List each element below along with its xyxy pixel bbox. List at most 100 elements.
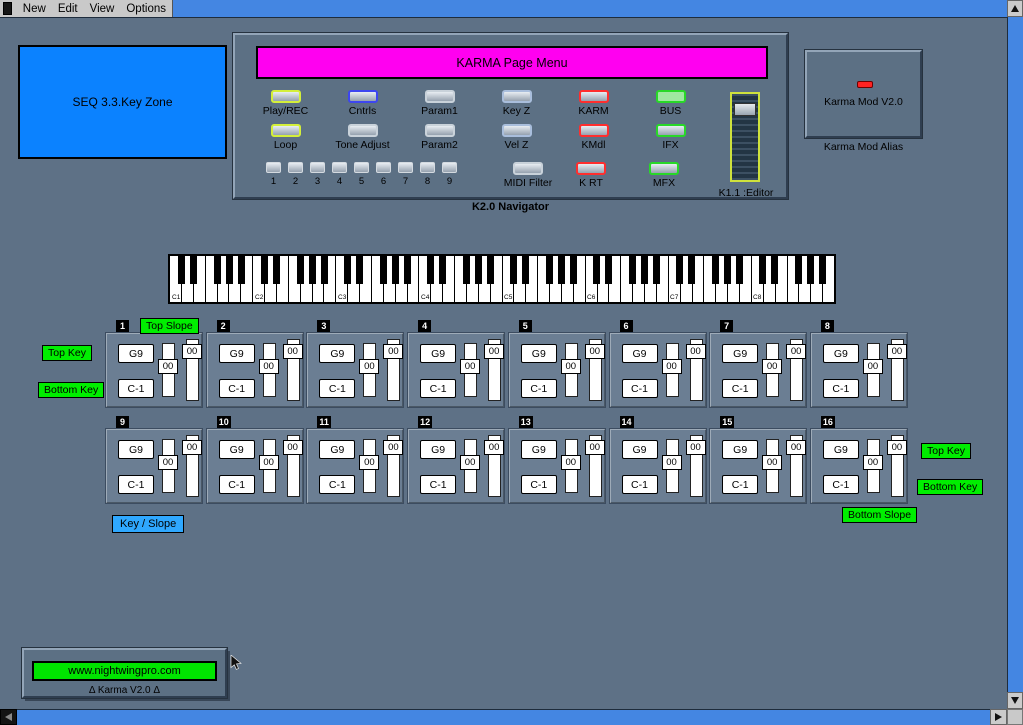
karma-number-button[interactable] — [376, 162, 391, 173]
black-key[interactable] — [522, 256, 529, 284]
black-key[interactable] — [226, 256, 233, 284]
black-key[interactable] — [238, 256, 245, 284]
zone-value-b[interactable]: 00 — [182, 344, 202, 359]
horizontal-scroll-track[interactable] — [17, 709, 990, 725]
black-key[interactable] — [427, 256, 434, 284]
zone-top-key-value[interactable]: G9 — [420, 344, 456, 363]
black-key[interactable] — [439, 256, 446, 284]
piano-keyboard[interactable]: C1C2C3C4C5C6C7C8 — [168, 254, 836, 304]
zone-value-b[interactable]: 00 — [585, 344, 605, 359]
black-key[interactable] — [605, 256, 612, 284]
karma-number-button[interactable] — [442, 162, 457, 173]
black-key[interactable] — [261, 256, 268, 284]
black-key[interactable] — [178, 256, 185, 284]
black-key[interactable] — [214, 256, 221, 284]
zone-value-a[interactable]: 00 — [460, 359, 480, 374]
midi-filter-button[interactable] — [513, 162, 543, 175]
vertical-scroll-track[interactable] — [1007, 17, 1023, 692]
black-key[interactable] — [321, 256, 328, 284]
tone-adjust-button[interactable] — [348, 124, 378, 137]
zone-bottom-key-value[interactable]: C-1 — [722, 379, 758, 398]
zone-value-b[interactable]: 00 — [887, 344, 907, 359]
zone-value-b[interactable]: 00 — [484, 440, 504, 455]
zone-value-b[interactable]: 00 — [786, 344, 806, 359]
karma-number-button[interactable] — [420, 162, 435, 173]
black-key[interactable] — [724, 256, 731, 284]
black-key[interactable] — [487, 256, 494, 284]
zone-top-key-value[interactable]: G9 — [823, 440, 859, 459]
black-key[interactable] — [712, 256, 719, 284]
zone-value-a[interactable]: 00 — [359, 359, 379, 374]
zone-top-key-value[interactable]: G9 — [319, 344, 355, 363]
black-key[interactable] — [759, 256, 766, 284]
zone-bottom-key-value[interactable]: C-1 — [420, 475, 456, 494]
editor-fader[interactable] — [730, 92, 760, 182]
zone-bottom-key-value[interactable]: C-1 — [521, 379, 557, 398]
zone-top-key-value[interactable]: G9 — [622, 344, 658, 363]
black-key[interactable] — [356, 256, 363, 284]
zone-bottom-key-value[interactable]: C-1 — [722, 475, 758, 494]
black-key[interactable] — [807, 256, 814, 284]
k-rt-button[interactable] — [576, 162, 606, 175]
karma-number-button[interactable] — [266, 162, 281, 173]
karm-button[interactable] — [579, 90, 609, 103]
zone-value-b[interactable]: 00 — [383, 344, 403, 359]
zone-value-b[interactable]: 00 — [383, 440, 403, 455]
mfx-button[interactable] — [649, 162, 679, 175]
karma-number-button[interactable] — [332, 162, 347, 173]
loop-button[interactable] — [271, 124, 301, 137]
black-key[interactable] — [273, 256, 280, 284]
zone-top-key-value[interactable]: G9 — [521, 344, 557, 363]
zone-value-b[interactable]: 00 — [686, 344, 706, 359]
param2-button[interactable] — [425, 124, 455, 137]
kmdl-button[interactable] — [579, 124, 609, 137]
zone-top-key-value[interactable]: G9 — [521, 440, 557, 459]
zone-value-b[interactable]: 00 — [585, 440, 605, 455]
scroll-down-button[interactable] — [1007, 692, 1023, 709]
zone-value-b[interactable]: 00 — [686, 440, 706, 455]
zone-bottom-key-value[interactable]: C-1 — [118, 475, 154, 494]
zone-top-key-value[interactable]: G9 — [118, 440, 154, 459]
zone-bottom-key-value[interactable]: C-1 — [118, 379, 154, 398]
black-key[interactable] — [795, 256, 802, 284]
zone-value-a[interactable]: 00 — [460, 455, 480, 470]
black-key[interactable] — [570, 256, 577, 284]
zone-bottom-key-value[interactable]: C-1 — [319, 379, 355, 398]
black-key[interactable] — [392, 256, 399, 284]
play-rec-button[interactable] — [271, 90, 301, 103]
menu-item-options[interactable]: Options — [120, 3, 172, 15]
menu-item-view[interactable]: View — [84, 3, 121, 15]
zone-top-key-value[interactable]: G9 — [118, 344, 154, 363]
karma-number-button[interactable] — [398, 162, 413, 173]
black-key[interactable] — [190, 256, 197, 284]
zone-top-key-value[interactable]: G9 — [219, 344, 255, 363]
black-key[interactable] — [558, 256, 565, 284]
vertical-scrollbar[interactable] — [1007, 0, 1023, 725]
zone-bottom-key-value[interactable]: C-1 — [219, 475, 255, 494]
zone-value-b[interactable]: 00 — [283, 440, 303, 455]
black-key[interactable] — [653, 256, 660, 284]
black-key[interactable] — [736, 256, 743, 284]
zone-value-b[interactable]: 00 — [182, 440, 202, 455]
black-key[interactable] — [546, 256, 553, 284]
karma-number-button[interactable] — [288, 162, 303, 173]
param1-button[interactable] — [425, 90, 455, 103]
scroll-left-button[interactable] — [0, 709, 17, 725]
black-key[interactable] — [593, 256, 600, 284]
zone-value-b[interactable]: 00 — [786, 440, 806, 455]
zone-value-a[interactable]: 00 — [561, 359, 581, 374]
scroll-right-button[interactable] — [990, 709, 1007, 725]
black-key[interactable] — [380, 256, 387, 284]
zone-top-key-value[interactable]: G9 — [622, 440, 658, 459]
black-key[interactable] — [819, 256, 826, 284]
zone-value-b[interactable]: 00 — [283, 344, 303, 359]
cntrls-button[interactable] — [348, 90, 378, 103]
zone-top-key-value[interactable]: G9 — [823, 344, 859, 363]
zone-top-key-value[interactable]: G9 — [722, 440, 758, 459]
zone-bottom-key-value[interactable]: C-1 — [219, 379, 255, 398]
zone-value-a[interactable]: 00 — [359, 455, 379, 470]
black-key[interactable] — [688, 256, 695, 284]
karma-mod-alias-panel[interactable]: Karma Mod V2.0 — [805, 50, 922, 138]
fader-handle[interactable] — [734, 103, 756, 116]
app-menu-icon[interactable] — [3, 2, 12, 15]
